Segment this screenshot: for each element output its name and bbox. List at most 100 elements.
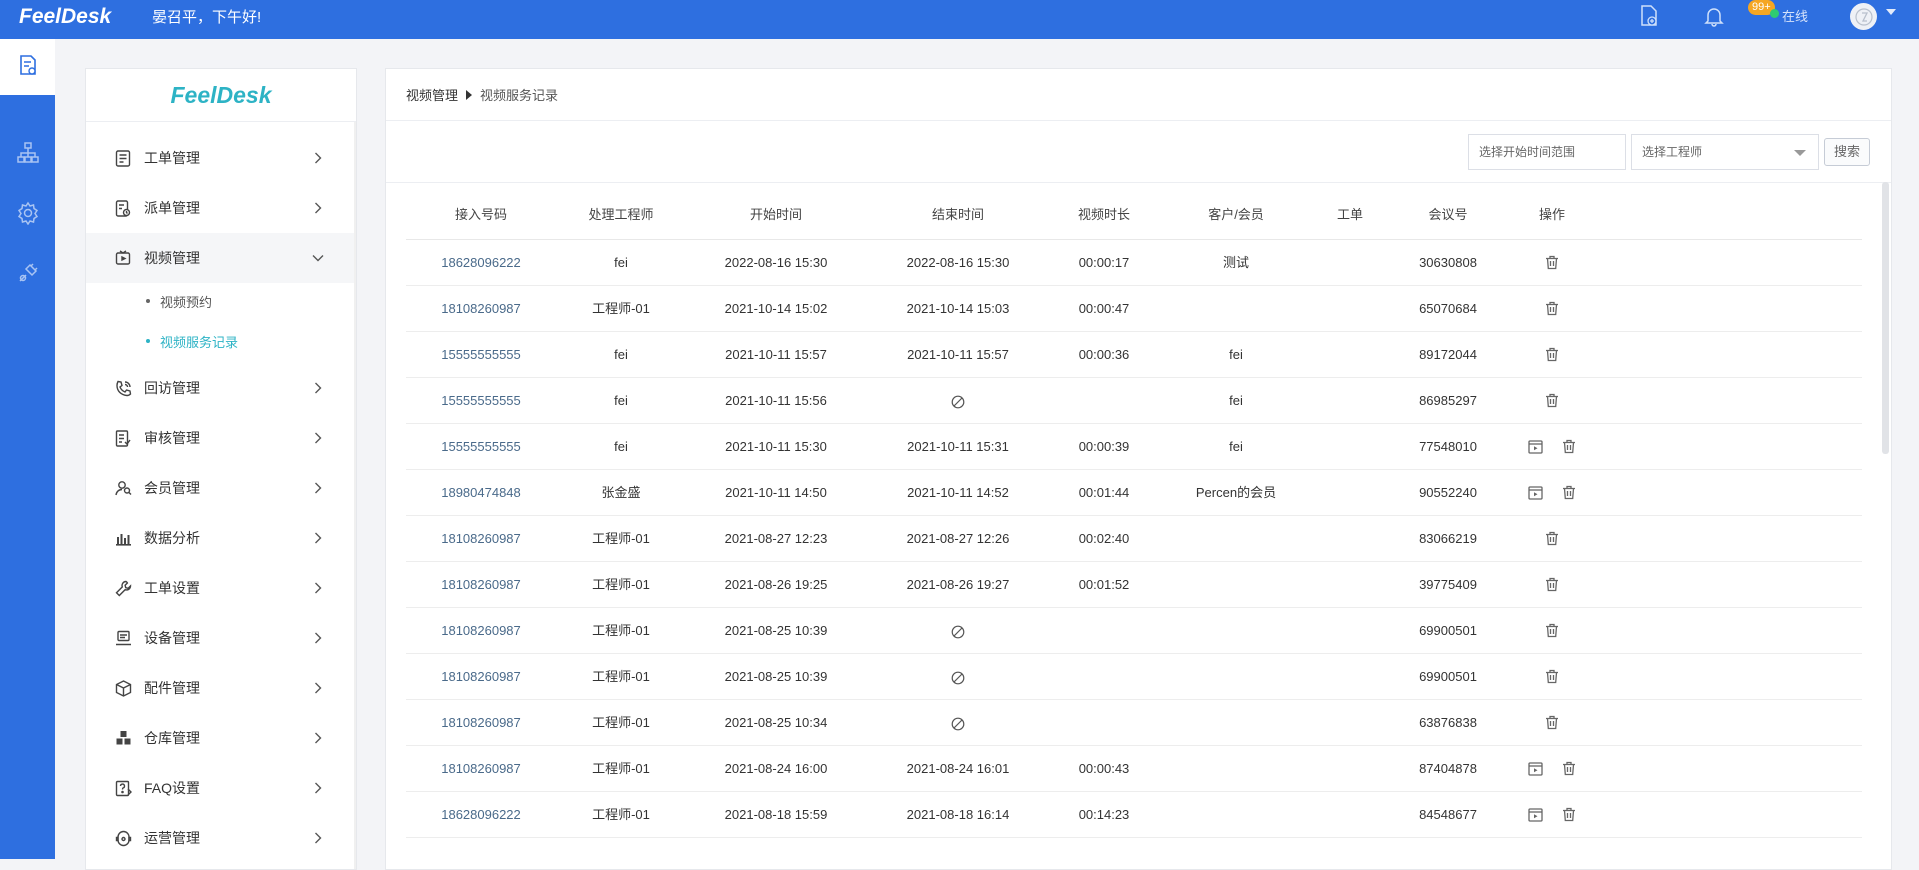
delete-trash-icon[interactable]: [1561, 439, 1577, 455]
actions-cell: [1497, 378, 1607, 423]
chevron-right-icon: [310, 780, 326, 796]
rail-workbench[interactable]: [0, 39, 55, 95]
notification-bell-icon[interactable]: [1701, 3, 1727, 29]
play-recording-icon[interactable]: [1527, 485, 1543, 501]
customer-cell: fei: [1229, 347, 1243, 362]
engineer-select[interactable]: 选择工程师: [1631, 134, 1819, 170]
play-recording-icon[interactable]: [1527, 761, 1543, 777]
chevron-right-icon: [310, 630, 326, 646]
sidebar-item-warehouse-management[interactable]: 仓库管理: [86, 713, 356, 763]
sidebar-item-ticket-management[interactable]: 工单管理: [86, 133, 356, 183]
members-icon: [114, 479, 132, 497]
greeting-text: 晏召平，下午好!: [152, 9, 262, 26]
phone-cell[interactable]: 15555555555: [411, 424, 551, 469]
phone-cell[interactable]: 18108260987: [411, 562, 551, 607]
table-row: 15555555555 fei 2021-10-11 15:30 2021-10-11…: [406, 424, 1862, 470]
search-button[interactable]: 搜索: [1824, 138, 1870, 166]
start-time-cell: 2021-08-25 10:39: [724, 623, 828, 638]
phone-cell[interactable]: 18108260987: [411, 700, 551, 745]
sidebar-item-label: 工单设置: [144, 580, 200, 596]
sidebar-item-parts-management[interactable]: 配件管理: [86, 663, 356, 713]
phone-cell[interactable]: 15555555555: [411, 378, 551, 423]
date-range-picker[interactable]: 选择开始时间范围: [1468, 134, 1626, 170]
customer-cell: [1161, 516, 1311, 561]
phone-cell[interactable]: 18108260987: [411, 608, 551, 653]
table-row: 18108260987 工程师-01 2021-08-25 10:34 6387683…: [406, 700, 1862, 746]
table-row: 18108260987 工程师-01 2021-08-24 16:00 2021-08…: [406, 746, 1862, 792]
review-icon: [114, 429, 132, 447]
breadcrumb-current: 视频服务记录: [480, 88, 559, 103]
ticket-cell: [1310, 286, 1390, 331]
delete-trash-icon[interactable]: [1544, 623, 1560, 639]
sidebar-scrollbar[interactable]: [354, 122, 356, 869]
start-time-cell: 2021-08-25 10:34: [724, 715, 828, 730]
document-settings-icon: [16, 54, 40, 81]
end-time-cell: 2021-08-27 12:26: [906, 531, 1010, 546]
engineer-cell: 工程师-01: [592, 761, 650, 776]
chevron-right-icon: [310, 730, 326, 746]
user-menu-caret-icon[interactable]: [1886, 9, 1896, 15]
user-avatar[interactable]: [1850, 3, 1877, 30]
table-scrollbar[interactable]: [1882, 182, 1889, 454]
new-document-icon[interactable]: [1636, 3, 1662, 29]
delete-trash-icon[interactable]: [1544, 669, 1560, 685]
submenu-item-video-service-records[interactable]: 视频服务记录: [146, 326, 238, 356]
sidebar-item-data-analysis[interactable]: 数据分析: [86, 513, 356, 563]
delete-trash-icon[interactable]: [1544, 715, 1560, 731]
delete-trash-icon[interactable]: [1544, 577, 1560, 593]
submenu-item-video-appointment[interactable]: 视频预约: [146, 286, 212, 316]
phone-cell[interactable]: 18628096222: [411, 240, 551, 285]
phone-cell[interactable]: 18628096222: [411, 792, 551, 837]
delete-trash-icon[interactable]: [1544, 255, 1560, 271]
customer-cell: [1161, 286, 1311, 331]
chevron-right-icon: [310, 830, 326, 846]
delete-trash-icon[interactable]: [1544, 393, 1560, 409]
sidebar-item-ticket-settings[interactable]: 工单设置: [86, 563, 356, 613]
start-time-cell: 2021-08-26 19:25: [724, 577, 828, 592]
sidebar-item-faq-settings[interactable]: FAQ设置: [86, 763, 356, 813]
phone-cell[interactable]: 18980474848: [411, 470, 551, 515]
bullet-dot: [146, 299, 150, 303]
rail-organization[interactable]: [0, 126, 55, 182]
video-icon: [114, 249, 132, 267]
end-time-cell: 2022-08-16 15:30: [906, 255, 1010, 270]
delete-trash-icon[interactable]: [1561, 761, 1577, 777]
ticket-cell: [1310, 608, 1390, 653]
dropdown-caret-icon: [1794, 150, 1806, 156]
ticket-cell: [1310, 378, 1390, 423]
play-recording-icon[interactable]: [1527, 807, 1543, 823]
end-time-cell: 2021-10-11 15:57: [907, 347, 1009, 362]
phone-cell[interactable]: 18108260987: [411, 516, 551, 561]
delete-trash-icon[interactable]: [1544, 347, 1560, 363]
rail-integrations[interactable]: [0, 246, 55, 302]
online-status-text[interactable]: 在线: [1782, 6, 1808, 25]
app-logo[interactable]: FeelDesk: [19, 5, 111, 29]
sidebar-item-label: 工单管理: [144, 150, 200, 166]
sidebar-item-callback-management[interactable]: 回访管理: [86, 363, 356, 413]
phone-cell[interactable]: 18108260987: [411, 286, 551, 331]
delete-trash-icon[interactable]: [1561, 485, 1577, 501]
chart-icon: [114, 529, 132, 547]
sidebar-item-dispatch-management[interactable]: 派单管理: [86, 183, 356, 233]
phone-cell[interactable]: 15555555555: [411, 332, 551, 377]
sidebar-item-device-management[interactable]: 设备管理: [86, 613, 356, 663]
engineer-cell: 工程师-01: [592, 301, 650, 316]
delete-trash-icon[interactable]: [1544, 531, 1560, 547]
sidebar-item-review-management[interactable]: 审核管理: [86, 413, 356, 463]
breadcrumb-parent[interactable]: 视频管理: [406, 85, 458, 104]
start-time-cell: 2021-08-25 10:39: [724, 669, 828, 684]
phone-cell[interactable]: 18108260987: [411, 654, 551, 699]
ticket-cell: [1310, 746, 1390, 791]
start-time-cell: 2021-08-24 16:00: [724, 761, 828, 776]
phone-cell[interactable]: 18108260987: [411, 746, 551, 791]
sidebar-item-video-management[interactable]: 视频管理: [86, 233, 356, 283]
sidebar-item-member-management[interactable]: 会员管理: [86, 463, 356, 513]
play-recording-icon[interactable]: [1527, 439, 1543, 455]
sidebar-logo[interactable]: FeelDesk: [86, 69, 356, 122]
org-chart-icon: [16, 141, 40, 168]
faq-icon: [114, 779, 132, 797]
delete-trash-icon[interactable]: [1561, 807, 1577, 823]
sidebar-item-operations-management[interactable]: 运营管理: [86, 813, 356, 863]
delete-trash-icon[interactable]: [1544, 301, 1560, 317]
rail-settings[interactable]: [0, 186, 55, 242]
